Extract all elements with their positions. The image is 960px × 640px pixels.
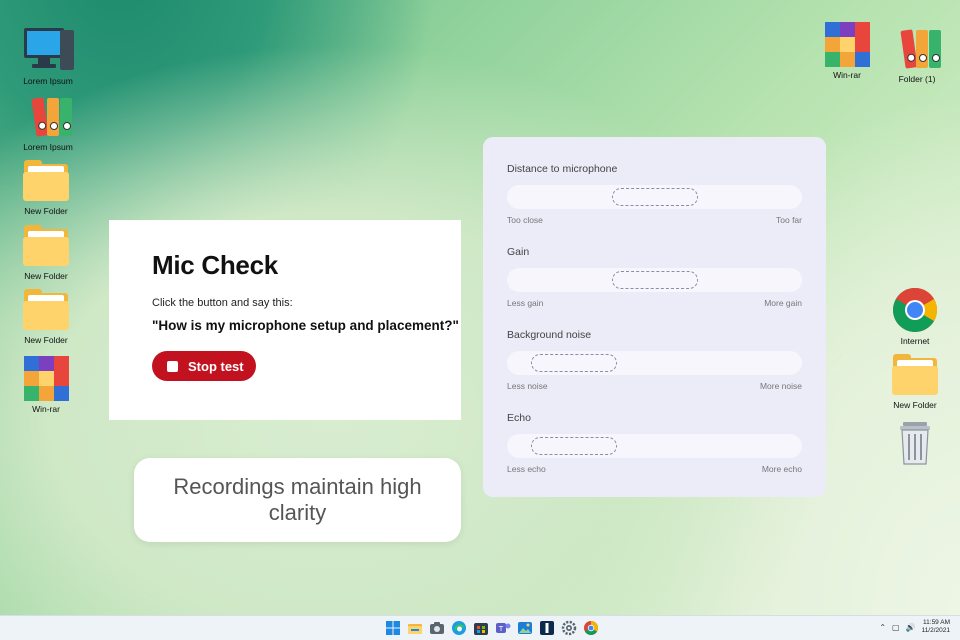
desktop-icon-label: New Folder (893, 400, 937, 410)
network-icon[interactable]: ▢ (892, 623, 900, 632)
folder-icon (22, 285, 70, 333)
winrar-icon (823, 20, 871, 68)
winrar-icon (22, 354, 70, 402)
desktop-icon-label: Win-rar (32, 404, 60, 414)
folder-icon (22, 221, 70, 269)
desktop-icon-label: New Folder (24, 206, 68, 216)
callout-text: Recordings maintain high clarity (173, 474, 422, 525)
metric-indicator (531, 437, 617, 455)
metric-gain: Gain Less gain More gain (507, 246, 802, 329)
metric-name: Echo (507, 412, 531, 424)
recycle-bin-icon (891, 418, 939, 466)
svg-text:T: T (498, 625, 504, 633)
windows-start-icon[interactable] (385, 620, 401, 636)
desktop-icon-label: Internet (900, 336, 930, 346)
stop-icon (167, 360, 178, 372)
camera-icon[interactable] (429, 620, 445, 636)
clock-time: 11:59 AM (923, 619, 950, 626)
desktop-icon-label: Win-rar (833, 70, 861, 80)
folder-icon (891, 350, 939, 398)
metric-name: Gain (507, 246, 530, 258)
taskbar: T ⌃ ▢ 🔊 11:59 AM 11/2/2021 (0, 615, 960, 640)
metric-name: Background noise (507, 329, 592, 341)
edge-icon[interactable] (451, 620, 467, 636)
metric-low-label: Less echo (507, 464, 546, 474)
desktop-icon-folder[interactable]: New Folder (10, 221, 82, 281)
metric-indicator (531, 354, 617, 372)
desktop-icon-label: Lorem Ipsum (23, 142, 73, 152)
desktop-icon-binders[interactable]: Lorem Ipsum (12, 92, 84, 152)
desktop-icon-label: New Folder (24, 271, 68, 281)
photos-icon[interactable] (517, 620, 533, 636)
desktop-icon-winrar[interactable]: Win-rar (811, 20, 883, 80)
chrome-icon[interactable] (583, 620, 599, 636)
desktop-icon-winrar[interactable]: Win-rar (10, 354, 82, 414)
metric-indicator (612, 188, 698, 206)
audio-metrics-panel: Distance to microphone Too close Too far… (483, 137, 826, 497)
desktop-icon-label: Folder (1) (898, 74, 936, 84)
system-tray: ⌃ ▢ 🔊 11:59 AM 11/2/2021 (879, 619, 950, 635)
desktop-icon-recycle-bin[interactable] (879, 418, 951, 466)
stop-test-label: Stop test (188, 358, 244, 374)
metric-high-label: More noise (759, 381, 802, 391)
folder-icon (22, 156, 70, 204)
metric-low-label: Less noise (507, 381, 548, 391)
clock[interactable]: 11:59 AM 11/2/2021 (922, 619, 950, 635)
metric-high-label: Too far (776, 215, 802, 225)
store-icon[interactable] (473, 620, 489, 636)
metric-background-noise: Background noise Less noise More noise (507, 329, 802, 412)
metric-echo: Echo Less echo More echo (507, 412, 802, 495)
file-explorer-icon[interactable] (407, 620, 423, 636)
metric-high-label: More gain (764, 298, 802, 308)
app-icon[interactable] (539, 620, 555, 636)
binders-icon (24, 92, 72, 140)
computer-icon (24, 26, 74, 74)
desktop-icon-label: New Folder (24, 335, 68, 345)
settings-icon[interactable] (561, 620, 577, 636)
binders-icon (893, 24, 941, 72)
desktop-icon-computer[interactable]: Lorem Ipsum (12, 26, 84, 86)
desktop-icon-folder[interactable]: New Folder (879, 350, 951, 410)
desktop-icon-label: Lorem Ipsum (23, 76, 73, 86)
metric-track (507, 185, 802, 209)
metric-high-label: More echo (761, 464, 802, 474)
desktop-icon-folder[interactable]: New Folder (10, 285, 82, 345)
volume-icon[interactable]: 🔊 (906, 623, 916, 632)
metric-track (507, 434, 802, 458)
metric-indicator (612, 271, 698, 289)
desktop-icon-binders[interactable]: Folder (1) (881, 24, 953, 84)
taskbar-apps: T (385, 620, 599, 636)
mic-check-instruction: Click the button and say this: (152, 297, 293, 309)
mic-check-title: Mic Check (152, 250, 278, 280)
desktop-icon-internet[interactable]: Internet (879, 286, 951, 346)
teams-icon[interactable]: T (495, 620, 511, 636)
metric-distance: Distance to microphone Too close Too far (507, 163, 802, 246)
desktop-icon-folder[interactable]: New Folder (10, 156, 82, 216)
clock-date: 11/2/2021 (921, 627, 950, 634)
metric-low-label: Less gain (507, 298, 544, 308)
clarity-callout: Recordings maintain high clarity (134, 458, 461, 542)
metric-track (507, 351, 802, 375)
mic-check-card: Mic Check Click the button and say this:… (109, 220, 461, 420)
chevron-up-icon[interactable]: ⌃ (879, 623, 886, 632)
metric-low-label: Too close (507, 215, 543, 225)
metric-track (507, 268, 802, 292)
chrome-icon (891, 286, 939, 334)
metric-name: Distance to microphone (507, 163, 618, 175)
mic-check-quote: "How is my microphone setup and placemen… (152, 318, 459, 333)
stop-test-button[interactable]: Stop test (152, 351, 256, 381)
